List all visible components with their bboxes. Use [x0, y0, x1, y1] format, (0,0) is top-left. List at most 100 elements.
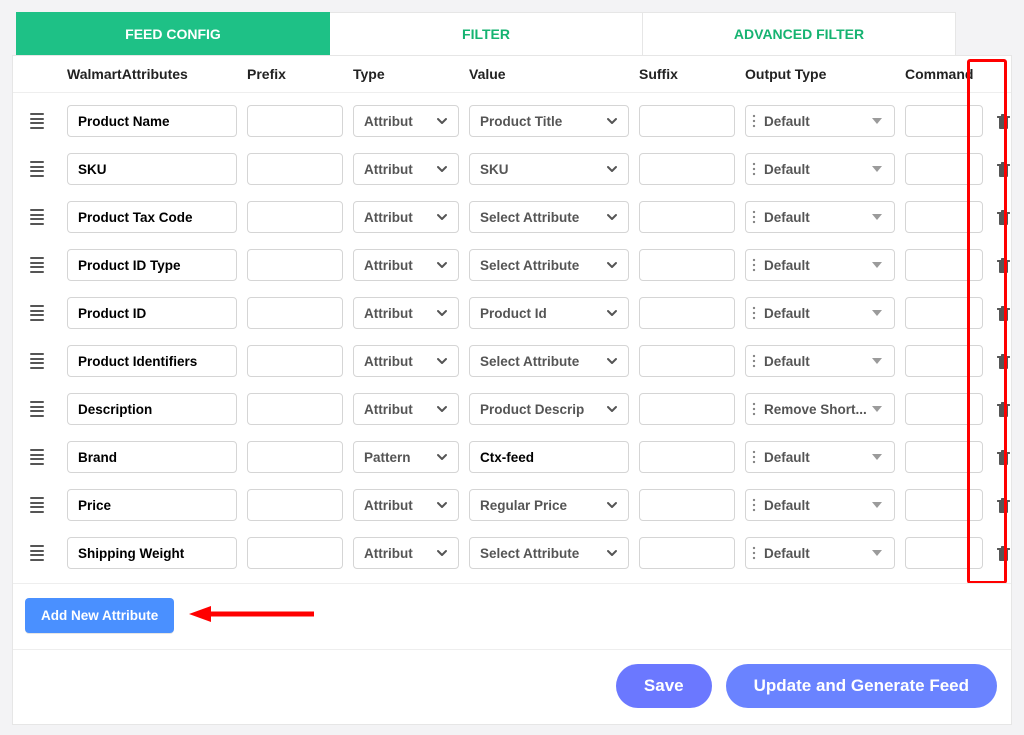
delete-row-button[interactable]	[993, 303, 1013, 323]
output-type-select[interactable]: Default	[745, 153, 895, 185]
output-type-select[interactable]: Default	[745, 345, 895, 377]
drag-handle-icon[interactable]	[29, 257, 45, 273]
command-value[interactable]	[916, 450, 972, 465]
suffix-value[interactable]	[650, 402, 724, 417]
type-select[interactable]: Attribut	[353, 537, 459, 569]
prefix-value[interactable]	[258, 306, 332, 321]
suffix-value[interactable]	[650, 450, 724, 465]
suffix-input[interactable]	[639, 345, 735, 377]
type-select[interactable]: Attribut	[353, 393, 459, 425]
prefix-value[interactable]	[258, 402, 332, 417]
walmart-attribute-input[interactable]	[67, 537, 237, 569]
walmart-attribute-value[interactable]	[78, 498, 226, 513]
suffix-value[interactable]	[650, 354, 724, 369]
command-input[interactable]	[905, 441, 983, 473]
command-input[interactable]	[905, 297, 983, 329]
output-type-select[interactable]: Default	[745, 201, 895, 233]
save-button[interactable]: Save	[616, 664, 712, 708]
type-select[interactable]: Attribut	[353, 297, 459, 329]
value-input-text[interactable]	[480, 450, 618, 465]
update-generate-feed-button[interactable]: Update and Generate Feed	[726, 664, 997, 708]
prefix-input[interactable]	[247, 393, 343, 425]
drag-handle-icon[interactable]	[29, 401, 45, 417]
walmart-attribute-input[interactable]	[67, 201, 237, 233]
value-select[interactable]: Select Attribute	[469, 345, 629, 377]
type-select[interactable]: Attribut	[353, 249, 459, 281]
tab-feed-config[interactable]: FEED CONFIG	[16, 12, 330, 55]
output-type-select[interactable]: Default	[745, 249, 895, 281]
suffix-value[interactable]	[650, 546, 724, 561]
delete-row-button[interactable]	[993, 447, 1013, 467]
output-type-select[interactable]: Default	[745, 537, 895, 569]
walmart-attribute-value[interactable]	[78, 114, 226, 129]
walmart-attribute-value[interactable]	[78, 402, 226, 417]
delete-row-button[interactable]	[993, 255, 1013, 275]
output-type-select[interactable]: Default	[745, 297, 895, 329]
walmart-attribute-value[interactable]	[78, 546, 226, 561]
command-value[interactable]	[916, 306, 972, 321]
command-input[interactable]	[905, 249, 983, 281]
command-input[interactable]	[905, 201, 983, 233]
delete-row-button[interactable]	[993, 111, 1013, 131]
command-value[interactable]	[916, 354, 972, 369]
walmart-attribute-input[interactable]	[67, 441, 237, 473]
value-select[interactable]: Regular Price	[469, 489, 629, 521]
command-value[interactable]	[916, 402, 972, 417]
add-new-attribute-button[interactable]: Add New Attribute	[25, 598, 174, 633]
command-value[interactable]	[916, 162, 972, 177]
suffix-value[interactable]	[650, 210, 724, 225]
drag-handle-icon[interactable]	[29, 353, 45, 369]
walmart-attribute-value[interactable]	[78, 162, 226, 177]
type-select[interactable]: Pattern	[353, 441, 459, 473]
prefix-input[interactable]	[247, 105, 343, 137]
prefix-input[interactable]	[247, 441, 343, 473]
command-value[interactable]	[916, 498, 972, 513]
prefix-input[interactable]	[247, 297, 343, 329]
prefix-input[interactable]	[247, 201, 343, 233]
prefix-value[interactable]	[258, 114, 332, 129]
drag-handle-icon[interactable]	[29, 545, 45, 561]
prefix-value[interactable]	[258, 498, 332, 513]
suffix-input[interactable]	[639, 153, 735, 185]
command-input[interactable]	[905, 153, 983, 185]
type-select[interactable]: Attribut	[353, 153, 459, 185]
command-value[interactable]	[916, 114, 972, 129]
suffix-input[interactable]	[639, 201, 735, 233]
prefix-input[interactable]	[247, 537, 343, 569]
walmart-attribute-input[interactable]	[67, 297, 237, 329]
value-select[interactable]: SKU	[469, 153, 629, 185]
delete-row-button[interactable]	[993, 543, 1013, 563]
type-select[interactable]: Attribut	[353, 489, 459, 521]
value-select[interactable]: Select Attribute	[469, 249, 629, 281]
drag-handle-icon[interactable]	[29, 161, 45, 177]
value-input[interactable]	[469, 441, 629, 473]
suffix-input[interactable]	[639, 537, 735, 569]
suffix-value[interactable]	[650, 114, 724, 129]
tab-advanced-filter[interactable]: ADVANCED FILTER	[643, 12, 956, 55]
command-value[interactable]	[916, 258, 972, 273]
walmart-attribute-input[interactable]	[67, 249, 237, 281]
walmart-attribute-input[interactable]	[67, 153, 237, 185]
command-input[interactable]	[905, 105, 983, 137]
value-select[interactable]: Product Descrip	[469, 393, 629, 425]
command-value[interactable]	[916, 546, 972, 561]
walmart-attribute-value[interactable]	[78, 450, 226, 465]
command-input[interactable]	[905, 393, 983, 425]
prefix-value[interactable]	[258, 162, 332, 177]
delete-row-button[interactable]	[993, 351, 1013, 371]
suffix-value[interactable]	[650, 306, 724, 321]
prefix-value[interactable]	[258, 450, 332, 465]
suffix-input[interactable]	[639, 393, 735, 425]
drag-handle-icon[interactable]	[29, 305, 45, 321]
suffix-input[interactable]	[639, 441, 735, 473]
walmart-attribute-input[interactable]	[67, 105, 237, 137]
command-value[interactable]	[916, 210, 972, 225]
suffix-value[interactable]	[650, 258, 724, 273]
walmart-attribute-value[interactable]	[78, 210, 226, 225]
walmart-attribute-input[interactable]	[67, 393, 237, 425]
prefix-value[interactable]	[258, 546, 332, 561]
suffix-input[interactable]	[639, 249, 735, 281]
prefix-value[interactable]	[258, 210, 332, 225]
delete-row-button[interactable]	[993, 159, 1013, 179]
drag-handle-icon[interactable]	[29, 497, 45, 513]
